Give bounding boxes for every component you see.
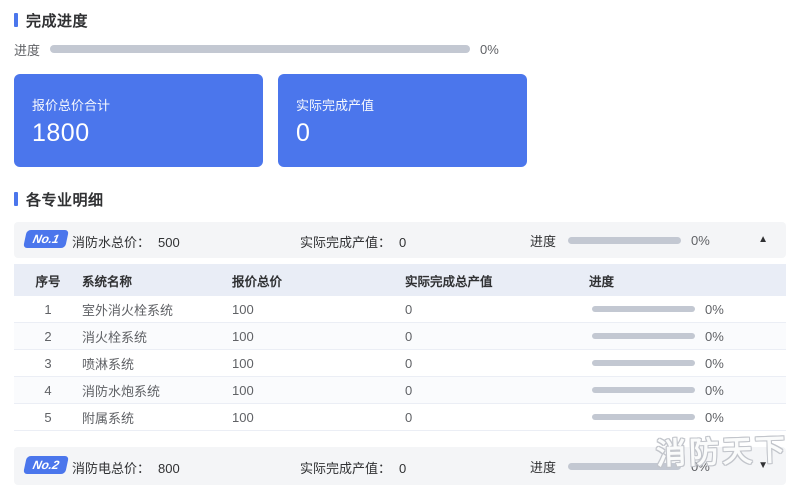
cell-progress: 0% xyxy=(589,383,786,398)
cell-progress: 0% xyxy=(589,356,786,371)
group-1-total-value: 500 xyxy=(158,235,180,250)
cell-no: 4 xyxy=(44,382,52,398)
completion-section-title: 完成进度 xyxy=(14,12,786,30)
cell-system-name: 喷淋系统 xyxy=(82,356,135,372)
group-1-actual-label: 实际完成产值： xyxy=(300,235,392,250)
row-progress-percent: 0% xyxy=(705,301,724,317)
row-progress-bar xyxy=(592,360,695,366)
group-2-total-value: 800 xyxy=(158,461,180,476)
group-1-badge: No.1 xyxy=(23,230,69,248)
quote-total-card: 报价总价合计 1800 xyxy=(14,74,263,167)
cell-quote: 100 xyxy=(232,409,254,425)
accent-bar xyxy=(14,13,18,27)
cell-actual: 0 xyxy=(405,409,413,425)
table-row: 1 室外消火栓系统 100 0 0% xyxy=(14,296,786,323)
cell-actual: 0 xyxy=(405,301,413,317)
group-2-actual: 实际完成产值： 0 xyxy=(300,458,406,477)
cell-no: 5 xyxy=(44,409,52,425)
group-2-total-label: 消防电总价： xyxy=(72,461,151,476)
cell-progress: 0% xyxy=(589,329,786,344)
row-progress-bar xyxy=(592,387,695,393)
cell-no: 3 xyxy=(44,355,52,371)
group-1-table: 序号 系统名称 报价总价 实际完成总产值 进度 1 室外消火栓系统 100 0 … xyxy=(14,264,786,431)
cell-quote: 100 xyxy=(232,355,254,371)
group-2-progress-label: 进度 xyxy=(530,460,557,475)
row-progress-percent: 0% xyxy=(705,355,724,371)
quote-total-card-value: 1800 xyxy=(32,119,90,147)
group-1-progress-percent: 0% xyxy=(691,233,710,248)
cell-actual: 0 xyxy=(405,355,413,371)
group-2-progress: 进度 0% xyxy=(530,457,710,476)
group-1-progress: 进度 0% xyxy=(530,231,710,250)
cell-quote: 100 xyxy=(232,382,254,398)
progress-label: 进度 xyxy=(14,42,41,58)
quote-total-card-label: 报价总价合计 xyxy=(32,98,111,113)
table-row: 2 消火栓系统 100 0 0% xyxy=(14,323,786,350)
group-1-total-label: 消防水总价： xyxy=(72,235,151,250)
group-1-progress-label: 进度 xyxy=(530,234,557,249)
actual-output-card: 实际完成产值 0 xyxy=(278,74,527,167)
row-progress-bar xyxy=(592,306,695,312)
group-1-total: 消防水总价： 500 xyxy=(72,232,180,251)
table-row: 3 喷淋系统 100 0 0% xyxy=(14,350,786,377)
cell-progress: 0% xyxy=(589,410,786,425)
group-1-actual: 实际完成产值： 0 xyxy=(300,232,406,251)
cell-no: 1 xyxy=(44,301,52,317)
group-1-progress-bar xyxy=(568,237,682,244)
group-1-header[interactable]: No.1 消防水总价： 500 实际完成产值： 0 进度 0% ▲ xyxy=(14,222,786,258)
cell-system-name: 消火栓系统 xyxy=(82,329,148,345)
header-no: 序号 xyxy=(35,274,61,289)
overall-progress-row: 进度 0% xyxy=(14,41,786,58)
row-progress-percent: 0% xyxy=(705,328,724,344)
row-progress-percent: 0% xyxy=(705,409,724,425)
section-title-text: 完成进度 xyxy=(26,12,89,30)
group-2-total: 消防电总价： 800 xyxy=(72,458,180,477)
table-row: 5 附属系统 100 0 0% xyxy=(14,404,786,431)
cell-system-name: 附属系统 xyxy=(82,410,135,426)
row-progress-bar xyxy=(592,414,695,420)
table-row: 4 消防水炮系统 100 0 0% xyxy=(14,377,786,404)
accent-bar xyxy=(14,192,18,206)
table-header-row: 序号 系统名称 报价总价 实际完成总产值 进度 xyxy=(14,264,786,296)
cell-no: 2 xyxy=(44,328,52,344)
cell-quote: 100 xyxy=(232,328,254,344)
cell-system-name: 室外消火栓系统 xyxy=(82,302,174,318)
header-progress: 进度 xyxy=(589,274,615,289)
group-2-progress-bar xyxy=(568,463,682,470)
expand-arrow-icon[interactable]: ▼ xyxy=(758,459,768,473)
header-system-name: 系统名称 xyxy=(82,274,133,289)
header-actual-total: 实际完成总产值 xyxy=(405,274,493,289)
group-1-actual-value: 0 xyxy=(399,235,407,250)
overall-progress-bar xyxy=(50,45,471,53)
row-progress-bar xyxy=(592,333,695,339)
header-quote-total: 报价总价 xyxy=(232,274,283,289)
group-2-actual-value: 0 xyxy=(399,461,407,476)
actual-output-card-label: 实际完成产值 xyxy=(296,98,375,113)
overall-progress-percent: 0% xyxy=(480,41,499,57)
collapse-arrow-icon[interactable]: ▲ xyxy=(758,233,768,247)
cell-actual: 0 xyxy=(405,382,413,398)
actual-output-card-value: 0 xyxy=(296,119,311,147)
cell-quote: 100 xyxy=(232,301,254,317)
details-section-title: 各专业明细 xyxy=(14,191,786,209)
group-2-badge: No.2 xyxy=(23,456,69,474)
row-progress-percent: 0% xyxy=(705,382,724,398)
cell-progress: 0% xyxy=(589,302,786,317)
group-2-progress-percent: 0% xyxy=(691,459,710,474)
group-2-header[interactable]: No.2 消防电总价： 800 实际完成产值： 0 进度 0% ▼ xyxy=(14,447,786,485)
dashboard-page: 完成进度 进度 0% 报价总价合计 1800 实际完成产值 0 各专业明细 No… xyxy=(0,0,800,485)
section-title-text: 各专业明细 xyxy=(26,191,104,209)
summary-cards: 报价总价合计 1800 实际完成产值 0 xyxy=(14,74,786,167)
cell-actual: 0 xyxy=(405,328,413,344)
cell-system-name: 消防水炮系统 xyxy=(82,383,161,399)
group-2-actual-label: 实际完成产值： xyxy=(300,461,392,476)
